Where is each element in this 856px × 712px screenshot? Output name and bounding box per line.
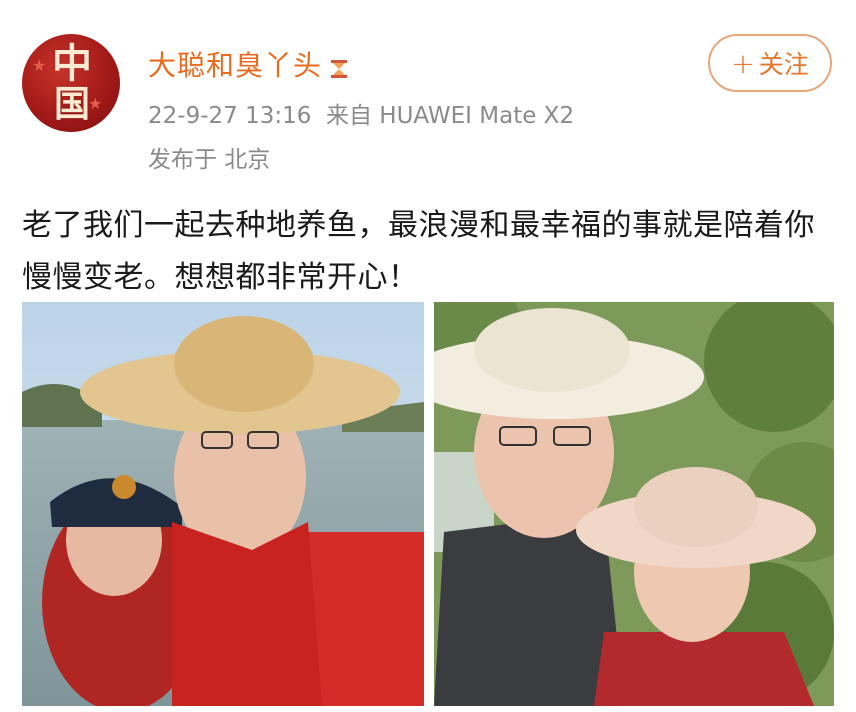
- post-meta: 22-9-27 13:16 来自 HUAWEI Mate X2: [148, 96, 574, 130]
- username[interactable]: 大聪和臭丫头: [148, 49, 322, 82]
- avatar-logo-glyph: 国: [54, 83, 91, 125]
- star-icon: ★: [88, 94, 103, 113]
- post-source: 来自 HUAWEI Mate X2: [325, 103, 575, 129]
- hourglass-badge-icon: [328, 54, 350, 78]
- star-icon: ★: [32, 56, 47, 75]
- follow-button[interactable]: + 关注: [708, 34, 832, 92]
- post-photo-2[interactable]: [434, 302, 834, 706]
- post-photo-1[interactable]: [22, 302, 424, 706]
- post-text: 老了我们一起去种地养鱼，最浪漫和最幸福的事就是陪着你慢慢变老。想想都非常开心！: [22, 208, 815, 295]
- avatar-logo-glyph: 中: [52, 40, 92, 87]
- post-timestamp: 22-9-27 13:16: [148, 103, 312, 129]
- plus-icon: +: [731, 46, 755, 80]
- avatar[interactable]: ★ ★ 中 国: [22, 34, 120, 132]
- follow-label: 关注: [758, 50, 809, 79]
- username-row[interactable]: 大聪和臭丫头: [148, 44, 350, 84]
- post-location: 发布于 北京: [148, 147, 271, 173]
